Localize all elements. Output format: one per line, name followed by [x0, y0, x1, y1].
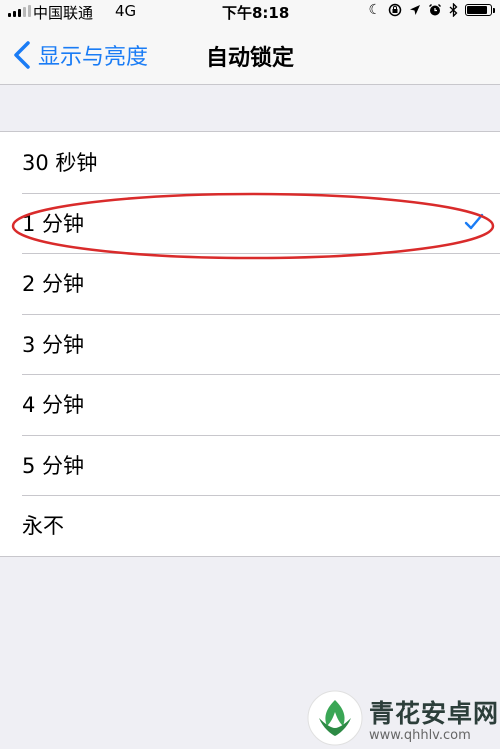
alarm-icon [429, 4, 441, 16]
option-label: 2 分钟 [22, 272, 85, 297]
bluetooth-icon [449, 3, 458, 17]
battery-icon [465, 4, 495, 16]
option-2-minutes[interactable]: 2 分钟 [0, 253, 500, 314]
checkmark-icon [464, 213, 484, 229]
option-30-seconds[interactable]: 30 秒钟 [0, 132, 500, 193]
option-label: 永不 [22, 514, 64, 539]
location-icon [410, 5, 420, 15]
option-4-minutes[interactable]: 4 分钟 [0, 374, 500, 435]
option-label: 5 分钟 [22, 453, 85, 478]
page-title: 自动锁定 [205, 46, 294, 71]
rotation-lock-icon [388, 3, 402, 17]
option-never[interactable]: 永不 [0, 495, 500, 556]
option-3-minutes[interactable]: 3 分钟 [0, 313, 500, 375]
carrier-name: 中国联通 [33, 4, 94, 22]
option-label: 30 秒钟 [22, 151, 98, 176]
option-5-minutes[interactable]: 5 分钟 [0, 434, 500, 496]
watermark: 青花安卓网 www.qhhlv.com [305, 688, 499, 748]
status-icons: ☾ [368, 2, 495, 18]
status-bar: 中国联通 4G 下午8:18 ☾ [0, 0, 500, 24]
option-label: 4 分钟 [22, 393, 85, 418]
navigation-bar: 显示与亮度 自动锁定 [0, 24, 500, 85]
signal-strength-icon [8, 5, 31, 17]
moon-icon: ☾ [368, 2, 381, 18]
watermark-logo [307, 690, 363, 746]
watermark-url: www.qhhlv.com [369, 727, 471, 743]
watermark-name: 青花安卓网 [369, 698, 500, 728]
auto-lock-options-list: 30 秒钟 1 分钟 2 分钟 3 分钟 4 分钟 5 分钟 永不 [0, 131, 500, 557]
option-1-minute[interactable]: 1 分钟 [0, 192, 500, 254]
option-label: 1 分钟 [22, 211, 85, 236]
status-time: 下午8:18 [222, 4, 290, 22]
network-type: 4G [115, 2, 137, 20]
option-label: 3 分钟 [22, 332, 85, 357]
